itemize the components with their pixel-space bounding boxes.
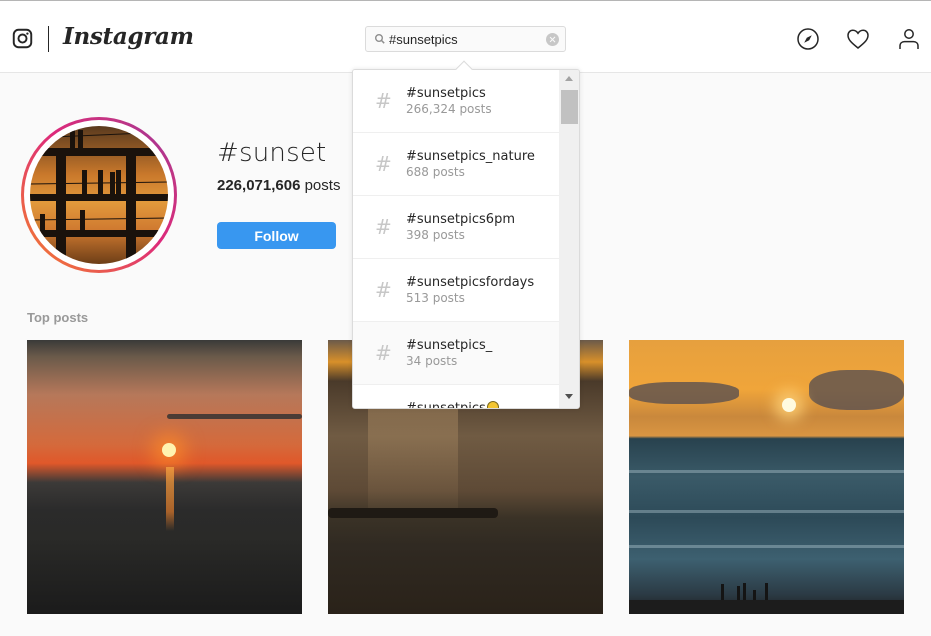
top-post-1[interactable] — [27, 340, 302, 614]
scroll-up-arrow-icon[interactable] — [565, 76, 573, 81]
post-count-suffix: posts — [304, 177, 341, 194]
suggestion-name: #sunsetpics — [406, 86, 486, 101]
suggestion-name: #sunsetpicsfordays — [406, 275, 535, 290]
hashtag-avatar-image — [30, 126, 168, 264]
bridge-silhouette-image — [30, 128, 168, 264]
sun-shape — [782, 398, 796, 412]
suggestion-item[interactable]: # #sunsetpics_ 34 posts — [353, 322, 559, 385]
suggestion-count: 266,324 posts — [406, 102, 492, 116]
suggestion-name-row: #sunsetpics — [406, 401, 499, 409]
search-input[interactable] — [389, 30, 539, 48]
hashtag-avatar — [21, 117, 177, 273]
dropdown-scrollbar[interactable] — [559, 70, 579, 408]
top-post-3[interactable] — [629, 340, 904, 614]
search-icon — [375, 34, 385, 44]
hashtag-post-count: 226,071,606 posts — [217, 177, 340, 194]
wave-line — [629, 470, 904, 473]
hashtag-icon: # — [375, 215, 392, 239]
cloud-shape — [167, 414, 302, 419]
sun-rays — [368, 400, 458, 510]
search-box[interactable] — [365, 26, 566, 52]
suggestion-name: #sunsetpics_ — [406, 338, 493, 353]
suggestion-count: 34 posts — [406, 354, 458, 368]
hashtag-icon: # — [375, 89, 392, 113]
hashtag-icon: # — [375, 278, 392, 302]
compass-explore-icon[interactable] — [796, 27, 820, 51]
hashtag-icon: # — [375, 404, 392, 408]
suggestion-count: 513 posts — [406, 291, 465, 305]
instagram-glyph-icon[interactable] — [12, 28, 33, 49]
suggestion-item[interactable]: # #sunsetpics — [353, 385, 559, 409]
person-profile-icon[interactable] — [897, 27, 921, 51]
suggestion-name: #sunsetpics6pm — [406, 212, 515, 227]
suggestion-item[interactable]: # #sunsetpics 266,324 posts — [353, 70, 559, 133]
suggestion-count: 398 posts — [406, 228, 465, 242]
suggestion-count: 688 posts — [406, 165, 465, 179]
instagram-wordmark[interactable]: Instagram — [63, 23, 194, 50]
tree-line — [328, 508, 498, 518]
emoji-icon — [486, 401, 499, 408]
hashtag-title: #sunset — [217, 138, 327, 168]
suggestion-item[interactable]: # #sunsetpics6pm 398 posts — [353, 196, 559, 259]
scrollbar-thumb[interactable] — [561, 90, 578, 124]
follow-button[interactable]: Follow — [217, 222, 336, 249]
clear-icon[interactable] — [546, 33, 559, 46]
sun-reflection — [166, 467, 174, 531]
cloud-shape — [629, 382, 739, 404]
suggestion-item[interactable]: # #sunsetpicsfordays 513 posts — [353, 259, 559, 322]
cloud-shape — [809, 370, 904, 410]
wave-line — [629, 545, 904, 548]
post-count-value: 226,071,606 — [217, 177, 301, 194]
scroll-down-arrow-icon[interactable] — [565, 394, 573, 399]
shoreline — [629, 600, 904, 614]
suggestion-name: #sunsetpics — [406, 401, 486, 409]
search-suggestions-dropdown: # #sunsetpics 266,324 posts # #sunsetpic… — [352, 69, 580, 409]
hashtag-icon: # — [375, 341, 392, 365]
suggestion-name: #sunsetpics_nature — [406, 149, 535, 164]
heart-activity-icon[interactable] — [846, 27, 870, 51]
wave-line — [629, 510, 904, 513]
suggestion-item[interactable]: # #sunsetpics_nature 688 posts — [353, 133, 559, 196]
sun-shape — [162, 443, 176, 457]
suggestions-list: # #sunsetpics 266,324 posts # #sunsetpic… — [353, 70, 559, 409]
top-posts-label: Top posts — [27, 310, 89, 325]
people-silhouettes — [721, 583, 768, 600]
hashtag-icon: # — [375, 152, 392, 176]
logo-divider — [48, 26, 49, 52]
